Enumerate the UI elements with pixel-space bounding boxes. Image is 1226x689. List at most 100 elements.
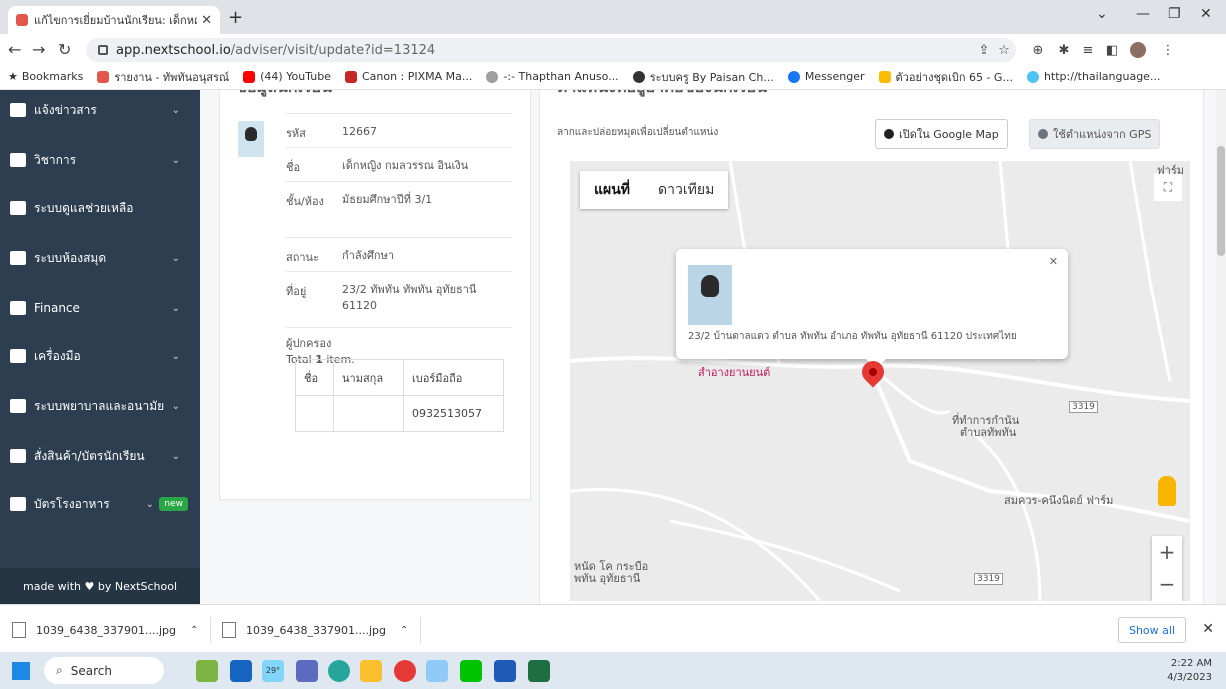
photos-icon[interactable] [426, 660, 448, 682]
weather-icon[interactable]: 29° [262, 660, 284, 682]
reading-list-icon[interactable]: ≡ [1080, 42, 1096, 58]
word-icon[interactable] [494, 660, 516, 682]
drag-hint: ลากและปล่อยหมุดเพื่อเปลี่ยนตำแหน่ง [557, 127, 719, 138]
bookmark-item[interactable]: Canon : PIXMA Ma... [344, 70, 472, 83]
chevron-down-icon: ⌄ [171, 450, 180, 462]
side-panel-icon[interactable]: ◧ [1104, 42, 1120, 58]
zoom-out-button[interactable]: − [1159, 568, 1176, 600]
column-header: ชื่อ [295, 359, 334, 396]
globe-icon [1026, 70, 1039, 83]
sidebar-item-academic[interactable]: วิชาการ ⌄ [0, 140, 200, 180]
sidebar-item-orders[interactable]: สั่งสินค้า/บัตรนักเรียน ⌄ [0, 436, 200, 476]
tab-title: แก้ไขการเยี่ยมบ้านนักเรียน: เด็กหญิง ก..… [34, 14, 197, 27]
zoom-in-button[interactable]: + [1159, 536, 1176, 568]
chevron-down-icon: ⌄ [171, 400, 180, 412]
menu-icon[interactable]: ⋮ [1160, 42, 1176, 58]
apple-icon [10, 497, 26, 511]
table-cell: 0932513057 [403, 395, 504, 432]
sidebar-item-library[interactable]: ระบบห้องสมุด ⌄ [0, 238, 200, 278]
guardian-label: ผู้ปกครอง [286, 337, 332, 350]
search-icon: ⌕ [56, 663, 63, 677]
bookmark-item[interactable]: -:- Thapthan Anuso... [486, 70, 619, 83]
map-label-temple-2: พทัน อุทัยธานี [574, 572, 641, 585]
street-view-pegman-icon[interactable] [1158, 476, 1176, 506]
bookmark-item[interactable]: ★ Bookmarks [8, 70, 83, 83]
popup-student-photo [688, 265, 732, 325]
file-explorer-icon[interactable] [360, 660, 382, 682]
download-item[interactable]: 1039_6438_337901....jpg ⌃ [222, 617, 422, 643]
open-google-map-button[interactable]: เปิดใน Google Map [875, 119, 1008, 149]
sidebar: แจ้งข่าวสาร ⌄ วิชาการ ⌄ ระบบดูแลช่วยเหลือ … [0, 90, 200, 604]
browser-tab[interactable]: แก้ไขการเยี่ยมบ้านนักเรียน: เด็กหญิง ก..… [8, 6, 220, 34]
back-icon[interactable]: ← [8, 40, 21, 59]
close-downloads-icon[interactable]: ✕ [1202, 621, 1214, 637]
sidebar-item-announcements[interactable]: แจ้งข่าวสาร ⌄ [0, 90, 200, 130]
close-popup-icon[interactable]: ✕ [1049, 255, 1058, 268]
close-window-button[interactable]: ✕ [1200, 6, 1212, 22]
taskbar-search[interactable]: ⌕ Search [44, 657, 164, 684]
google-map[interactable]: แผนที่ ดาวเทียม ⛶ ฟาร์ม 23/2 บ้านดาลแดว … [570, 161, 1190, 601]
show-all-button[interactable]: Show all [1117, 617, 1186, 643]
map-label-office-2: ตำบลทัพทัน [960, 426, 1017, 439]
reload-icon[interactable]: ↻ [58, 40, 71, 59]
download-item[interactable]: 1039_6438_337901....jpg ⌃ [12, 617, 212, 643]
map-type-map[interactable]: แผนที่ [580, 171, 644, 209]
basket-icon [10, 449, 26, 463]
minimize-button[interactable]: — [1136, 6, 1150, 22]
windows-start-icon[interactable] [12, 662, 30, 680]
extension-icon[interactable]: ⊕ [1030, 42, 1046, 58]
bank-icon [10, 301, 26, 315]
chrome-icon[interactable] [394, 660, 416, 682]
url-field[interactable]: app.nextschool.io/adviser/visit/update?i… [86, 38, 1016, 62]
info-row-class: ชั้น/ห้อง มัธยมศึกษาปีที่ 3/1 [286, 181, 512, 237]
table-cell [333, 395, 404, 432]
profile-avatar[interactable] [1130, 42, 1146, 58]
close-tab-icon[interactable]: ✕ [201, 13, 212, 28]
map-type-satellite[interactable]: ดาวเทียม [644, 171, 728, 209]
system-clock[interactable]: 2:22 AM 4/3/2023 [1167, 657, 1212, 685]
sidebar-item-finance[interactable]: Finance ⌄ [0, 288, 200, 328]
sidebar-item-tools[interactable]: เครื่องมือ ⌄ [0, 336, 200, 376]
compass-icon [1038, 129, 1048, 139]
bookmark-item[interactable]: ตัวอย่างชุดเบิก 65 - G... [878, 68, 1013, 86]
sidebar-item-nursing[interactable]: ระบบพยาบาลและอนามัย ⌄ [0, 386, 200, 426]
chevron-up-icon[interactable]: ⌃ [400, 625, 408, 636]
youtube-icon [243, 70, 256, 83]
care-icon [10, 201, 26, 215]
table-row: 0932513057 [295, 395, 504, 432]
info-row-id: รหัส 12667 [286, 113, 512, 147]
megaphone-icon [10, 103, 26, 117]
task-view-icon[interactable] [230, 660, 252, 682]
bookmark-item[interactable]: (44) YouTube [243, 70, 331, 83]
bookmark-item[interactable]: Messenger [787, 70, 865, 83]
info-row-status: สถานะ กำลังศึกษา [286, 237, 512, 271]
bookmark-item[interactable]: รายงาน - ทัพทันอนุสรณ์ [97, 68, 229, 86]
excel-icon[interactable] [528, 660, 550, 682]
widgets-icon[interactable] [196, 660, 218, 682]
lock-icon [98, 45, 108, 55]
edge-icon[interactable] [328, 660, 350, 682]
new-badge: new [159, 497, 188, 511]
book-icon [10, 251, 26, 265]
tab-search-icon[interactable]: ⌄ [1096, 6, 1108, 22]
chat-icon[interactable] [296, 660, 318, 682]
forward-icon[interactable]: → [32, 40, 45, 59]
bookmark-item[interactable]: http://thailanguage... [1026, 70, 1160, 83]
line-icon[interactable] [460, 660, 482, 682]
puzzle-icon[interactable]: ✱ [1056, 42, 1072, 58]
table-cell [295, 395, 334, 432]
share-icon[interactable]: ⇪ [976, 42, 992, 58]
use-gps-button[interactable]: ใช้ตำแหน่งจาก GPS [1029, 119, 1161, 149]
chevron-down-icon: ⌄ [171, 154, 180, 166]
restore-button[interactable]: ❐ [1168, 6, 1181, 22]
bookmark-star-icon[interactable]: ☆ [996, 42, 1012, 58]
sidebar-item-student-care[interactable]: ระบบดูแลช่วยเหลือ [0, 188, 200, 228]
column-header: เบอร์มือถือ [403, 359, 504, 396]
sidebar-item-canteen-card[interactable]: บัตรโรงอาหาร ⌄ new [0, 484, 200, 524]
chevron-up-icon[interactable]: ⌃ [190, 625, 198, 636]
made-with-footer[interactable]: made with ♥ by NextSchool [0, 568, 200, 604]
bookmark-item[interactable]: ระบบครู By Paisan Ch... [632, 68, 774, 86]
new-tab-button[interactable]: + [228, 7, 243, 28]
page-scrollbar[interactable] [1216, 90, 1226, 604]
scrollbar-thumb[interactable] [1217, 146, 1225, 256]
